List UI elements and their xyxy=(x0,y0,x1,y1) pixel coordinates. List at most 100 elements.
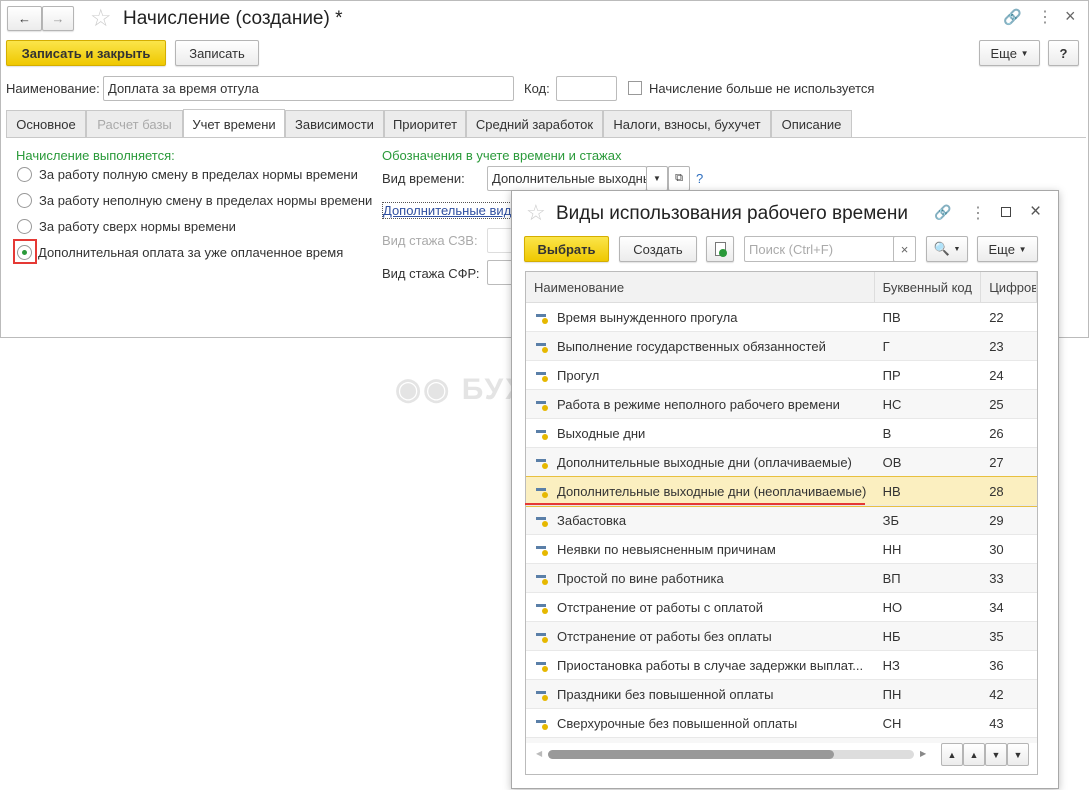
favorite-star-icon[interactable]: ☆ xyxy=(526,200,546,226)
more-button[interactable]: Еще ▼ xyxy=(979,40,1040,66)
create-copy-button[interactable] xyxy=(706,236,734,262)
column-name[interactable]: Наименование xyxy=(526,272,875,302)
table-row[interactable]: Праздники без повышенной оплаты ПН 42 xyxy=(526,680,1037,709)
help-button[interactable]: ? xyxy=(1048,40,1079,66)
szv-label: Вид стажа СЗВ: xyxy=(382,233,478,248)
table-row[interactable]: Выполнение государственных обязанностей Г… xyxy=(526,332,1037,361)
search-options-button[interactable]: 🔍 ▼ xyxy=(926,236,968,262)
tab-priority[interactable]: Приоритет xyxy=(384,110,466,137)
code-input[interactable] xyxy=(556,76,617,101)
row-name: Неявки по невыясненным причинам xyxy=(557,541,776,557)
row-name: Время вынужденного прогула xyxy=(557,309,738,325)
time-kind-dropdown-button[interactable]: ▼ xyxy=(646,166,668,191)
table-row[interactable]: Отстранение от работы с оплатой НО 34 xyxy=(526,593,1037,622)
cell-digit-code: 33 xyxy=(989,570,1004,586)
horizontal-scrollbar[interactable] xyxy=(548,750,914,759)
scroll-top-button[interactable]: ▲ xyxy=(941,743,963,766)
chevron-down-icon: ▼ xyxy=(1018,244,1027,254)
table-row[interactable]: Дополнительные выходные дни (неоплачивае… xyxy=(526,476,1037,507)
tab-main[interactable]: Основное xyxy=(6,110,86,137)
search-clear-button[interactable]: × xyxy=(893,236,916,262)
row-name: Сверхурочные без повышенной оплаты xyxy=(557,715,798,731)
scroll-up-button[interactable]: ▲ xyxy=(963,743,985,766)
scroll-left-icon[interactable]: ◀ xyxy=(536,749,542,758)
tab-average-earnings[interactable]: Средний заработок xyxy=(466,110,603,137)
radio-full-shift-label: За работу полную смену в пределах нормы … xyxy=(39,167,358,182)
row-name: Забастовка xyxy=(557,512,627,528)
search-icon: 🔍 xyxy=(933,241,950,256)
cell-digit-code: 34 xyxy=(989,599,1004,615)
cell-name: Время вынужденного прогула xyxy=(526,310,875,325)
radio-overtime-label: За работу сверх нормы времени xyxy=(39,219,236,234)
time-kind-open-button[interactable]: ⧉ xyxy=(668,166,690,191)
name-input[interactable]: Доплата за время отгула xyxy=(103,76,514,101)
table-row[interactable]: Забастовка ЗБ 29 xyxy=(526,506,1037,535)
scroll-right-icon[interactable]: ▶ xyxy=(920,749,926,758)
unused-checkbox[interactable] xyxy=(628,81,642,95)
work-time-kinds-dialog: ☆ Виды использования рабочего времени 🔗 … xyxy=(511,190,1059,789)
scrollbar-thumb[interactable] xyxy=(548,750,834,759)
tab-base-calculation[interactable]: Расчет базы xyxy=(86,110,183,137)
tab-taxes[interactable]: Налоги, взносы, бухучет xyxy=(603,110,771,137)
table-row[interactable]: Прогул ПР 24 xyxy=(526,361,1037,390)
cell-digit-code: 26 xyxy=(989,425,1004,441)
table-row[interactable]: Работа в режиме неполного рабочего време… xyxy=(526,390,1037,419)
table-row[interactable]: Приостановка работы в случае задержки вы… xyxy=(526,651,1037,680)
link-icon[interactable]: 🔗 xyxy=(1003,8,1022,26)
row-name: Выходные дни xyxy=(557,425,646,441)
record-icon xyxy=(536,660,549,672)
radio-full-shift[interactable] xyxy=(17,167,32,182)
select-button[interactable]: Выбрать xyxy=(524,236,609,262)
close-icon[interactable]: × xyxy=(1030,201,1041,223)
time-kind-help[interactable]: ? xyxy=(696,171,703,186)
code-label: Код: xyxy=(524,81,550,96)
cell-name: Отстранение от работы без оплаты xyxy=(526,629,875,644)
table-row[interactable]: Дополнительные выходные дни (оплачиваемы… xyxy=(526,448,1037,477)
cell-letter-code: НО xyxy=(882,599,903,615)
cell-letter-code: НС xyxy=(882,396,902,412)
table-row[interactable]: Время вынужденного прогула ПВ 22 xyxy=(526,303,1037,332)
row-name: Дополнительные выходные дни (оплачиваемы… xyxy=(557,454,852,470)
maximize-icon[interactable] xyxy=(1001,207,1011,217)
table-row[interactable]: Сверхурочные без повышенной оплаты СН 43 xyxy=(526,709,1037,738)
additional-kinds-link[interactable]: Дополнительные виды xyxy=(382,202,522,219)
tab-description[interactable]: Описание xyxy=(771,110,852,137)
scroll-down-button[interactable]: ▼ xyxy=(985,743,1007,766)
more-actions-icon[interactable]: ⋮ xyxy=(970,203,986,223)
save-button[interactable]: Записать xyxy=(175,40,259,66)
more-button[interactable]: Еще ▼ xyxy=(977,236,1038,262)
table-row[interactable]: Выходные дни В 26 xyxy=(526,419,1037,448)
table-row[interactable]: Неявки по невыясненным причинам НН 30 xyxy=(526,535,1037,564)
cell-name: Приостановка работы в случае задержки вы… xyxy=(526,658,875,673)
radio-additional-payment[interactable] xyxy=(17,245,32,260)
table-row[interactable]: Отстранение от работы без оплаты НБ 35 xyxy=(526,622,1037,651)
close-icon[interactable]: × xyxy=(1065,6,1076,27)
create-button[interactable]: Создать xyxy=(619,236,697,262)
tab-dependencies[interactable]: Зависимости xyxy=(285,110,384,137)
work-time-kinds-table: Наименование Буквенный код Цифровой код … xyxy=(525,271,1038,775)
back-button[interactable]: ← xyxy=(7,6,42,31)
sfr-label: Вид стажа СФР: xyxy=(382,266,480,281)
search-input[interactable]: Поиск (Ctrl+F) xyxy=(744,236,916,262)
column-digit-code[interactable]: Цифровой код xyxy=(981,272,1037,302)
save-and-close-button[interactable]: Записать и закрыть xyxy=(6,40,166,66)
column-letter-code[interactable]: Буквенный код xyxy=(875,272,982,302)
link-icon[interactable]: 🔗 xyxy=(934,204,951,221)
favorite-star-icon[interactable]: ☆ xyxy=(90,4,112,33)
cell-letter-code: ЗБ xyxy=(882,512,899,528)
row-name: Отстранение от работы без оплаты xyxy=(557,628,772,644)
to-last-icon: ▼ xyxy=(1013,749,1023,760)
radio-partial-shift[interactable] xyxy=(17,193,32,208)
more-actions-icon[interactable]: ⋮ xyxy=(1037,7,1053,27)
cell-letter-code: ВП xyxy=(882,570,901,586)
forward-button[interactable]: → xyxy=(42,6,74,31)
tab-time-accounting[interactable]: Учет времени xyxy=(183,109,285,138)
notation-header: Обозначения в учете времени и стажах xyxy=(382,148,622,163)
table-row[interactable]: Простой по вине работника ВП 33 xyxy=(526,564,1037,593)
cell-name: Выходные дни xyxy=(526,426,875,441)
table-footer: ◀ ▶ ▲ ▲ ▼ ▼ xyxy=(526,743,1037,774)
radio-overtime[interactable] xyxy=(17,219,32,234)
cell-name: Праздники без повышенной оплаты xyxy=(526,687,875,702)
time-kind-input[interactable]: Дополнительные выходные xyxy=(487,166,647,191)
scroll-bottom-button[interactable]: ▼ xyxy=(1007,743,1029,766)
